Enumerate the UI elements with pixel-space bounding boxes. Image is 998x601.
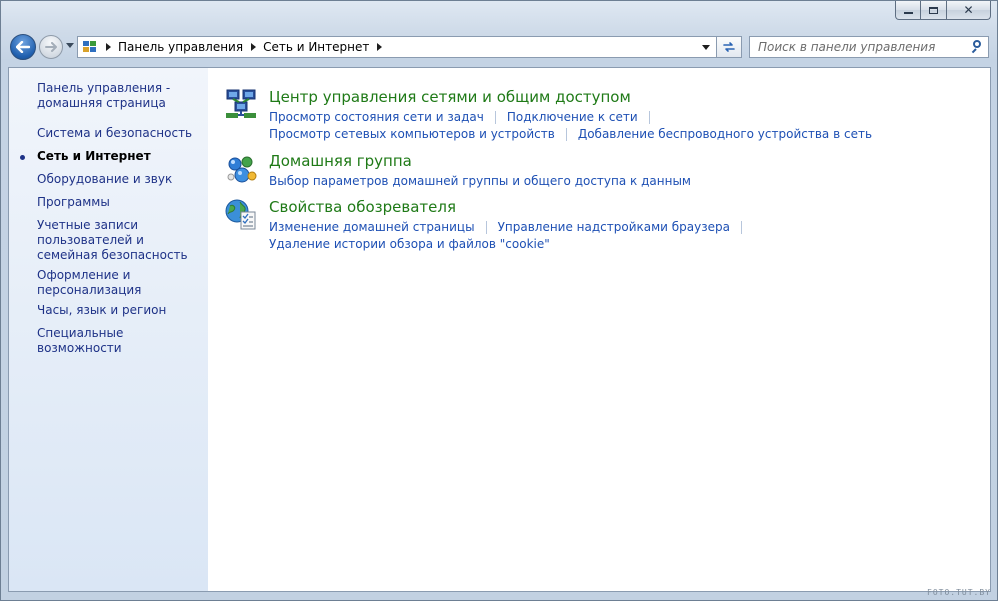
category-title[interactable]: Свойства обозревателя <box>269 198 456 216</box>
sidebar-item-programs[interactable]: Программы <box>37 195 202 210</box>
link-homegroup-settings[interactable]: Выбор параметров домашней группы и общег… <box>269 173 691 190</box>
sidebar-item-network-internet[interactable]: Сеть и Интернет <box>20 149 202 164</box>
breadcrumb-network-internet[interactable]: Сеть и Интернет <box>263 40 369 54</box>
link-view-network-computers[interactable]: Просмотр сетевых компьютеров и устройств <box>269 126 555 143</box>
recent-pages-dropdown[interactable] <box>66 43 74 48</box>
maximize-button[interactable] <box>921 1 947 20</box>
breadcrumb-separator[interactable] <box>377 43 383 51</box>
sidebar-item-clock-language[interactable]: Часы, язык и регион <box>37 303 202 318</box>
arrow-left-icon <box>16 41 30 53</box>
arrow-right-icon <box>45 42 57 52</box>
link-divider <box>741 221 742 234</box>
link-change-home-page[interactable]: Изменение домашней страницы <box>269 219 475 236</box>
network-center-icon <box>226 89 256 118</box>
homegroup-icon <box>227 156 257 183</box>
category-title[interactable]: Центр управления сетями и общим доступом <box>269 88 631 106</box>
sidebar-item-label: Сеть и Интернет <box>37 149 151 163</box>
search-box[interactable] <box>749 36 989 58</box>
address-bar[interactable]: Панель управления Сеть и Интернет <box>77 36 717 58</box>
close-button[interactable]: ✕ <box>947 1 991 20</box>
breadcrumb-control-panel[interactable]: Панель управления <box>118 40 243 54</box>
sidebar-item-accessibility[interactable]: Специальные возможности <box>37 326 202 356</box>
category-links: Изменение домашней страницы Управление н… <box>269 219 753 253</box>
link-divider <box>565 128 567 141</box>
control-panel-icon <box>82 40 98 54</box>
category-links: Выбор параметров домашней группы и общег… <box>269 173 691 190</box>
watermark: FOTO.TUT.BY <box>927 588 991 597</box>
sidebar-item-hardware-sound[interactable]: Оборудование и звук <box>37 172 202 187</box>
caption-buttons: ✕ <box>895 1 991 20</box>
link-delete-browsing-history[interactable]: Удаление истории обзора и файлов "cookie… <box>269 236 550 253</box>
search-input[interactable] <box>750 38 970 56</box>
main-content: Центр управления сетями и общим доступом… <box>208 67 991 592</box>
search-icon[interactable] <box>970 40 984 54</box>
close-icon: ✕ <box>963 3 974 17</box>
sidebar-item-system-security[interactable]: Система и безопасность <box>37 126 202 141</box>
minimize-icon <box>903 11 913 14</box>
category-title[interactable]: Домашняя группа <box>269 152 412 170</box>
link-manage-addons[interactable]: Управление надстройками браузера <box>498 219 730 236</box>
refresh-button[interactable] <box>717 36 742 58</box>
minimize-button[interactable] <box>895 1 921 20</box>
sidebar: Панель управления - домашняя страница Си… <box>8 67 208 592</box>
back-button[interactable] <box>10 34 36 60</box>
internet-options-icon <box>225 199 256 230</box>
active-bullet-icon <box>20 155 25 160</box>
refresh-icon <box>723 42 735 52</box>
link-divider <box>648 111 650 124</box>
address-dropdown-icon[interactable] <box>702 45 710 50</box>
sidebar-item-user-accounts[interactable]: Учетные записи пользователей и семейная … <box>37 218 202 263</box>
maximize-icon <box>929 6 938 14</box>
link-connect-to-network[interactable]: Подключение к сети <box>507 109 638 126</box>
breadcrumb-separator[interactable] <box>106 43 111 51</box>
category-links: Просмотр состояния сети и задач Подключе… <box>269 109 872 143</box>
control-panel-window: ✕ Панель управления Сеть и Интернет Пане… <box>0 0 998 601</box>
link-add-wireless-device[interactable]: Добавление беспроводного устройства в се… <box>578 126 872 143</box>
link-divider <box>485 221 487 234</box>
sidebar-item-home[interactable]: Панель управления - домашняя страница <box>37 81 202 111</box>
breadcrumb-separator[interactable] <box>251 43 257 51</box>
link-view-network-status[interactable]: Просмотр состояния сети и задач <box>269 109 484 126</box>
sidebar-item-appearance[interactable]: Оформление и персонализация <box>37 268 202 298</box>
forward-button[interactable] <box>39 35 63 59</box>
link-divider <box>494 111 496 124</box>
